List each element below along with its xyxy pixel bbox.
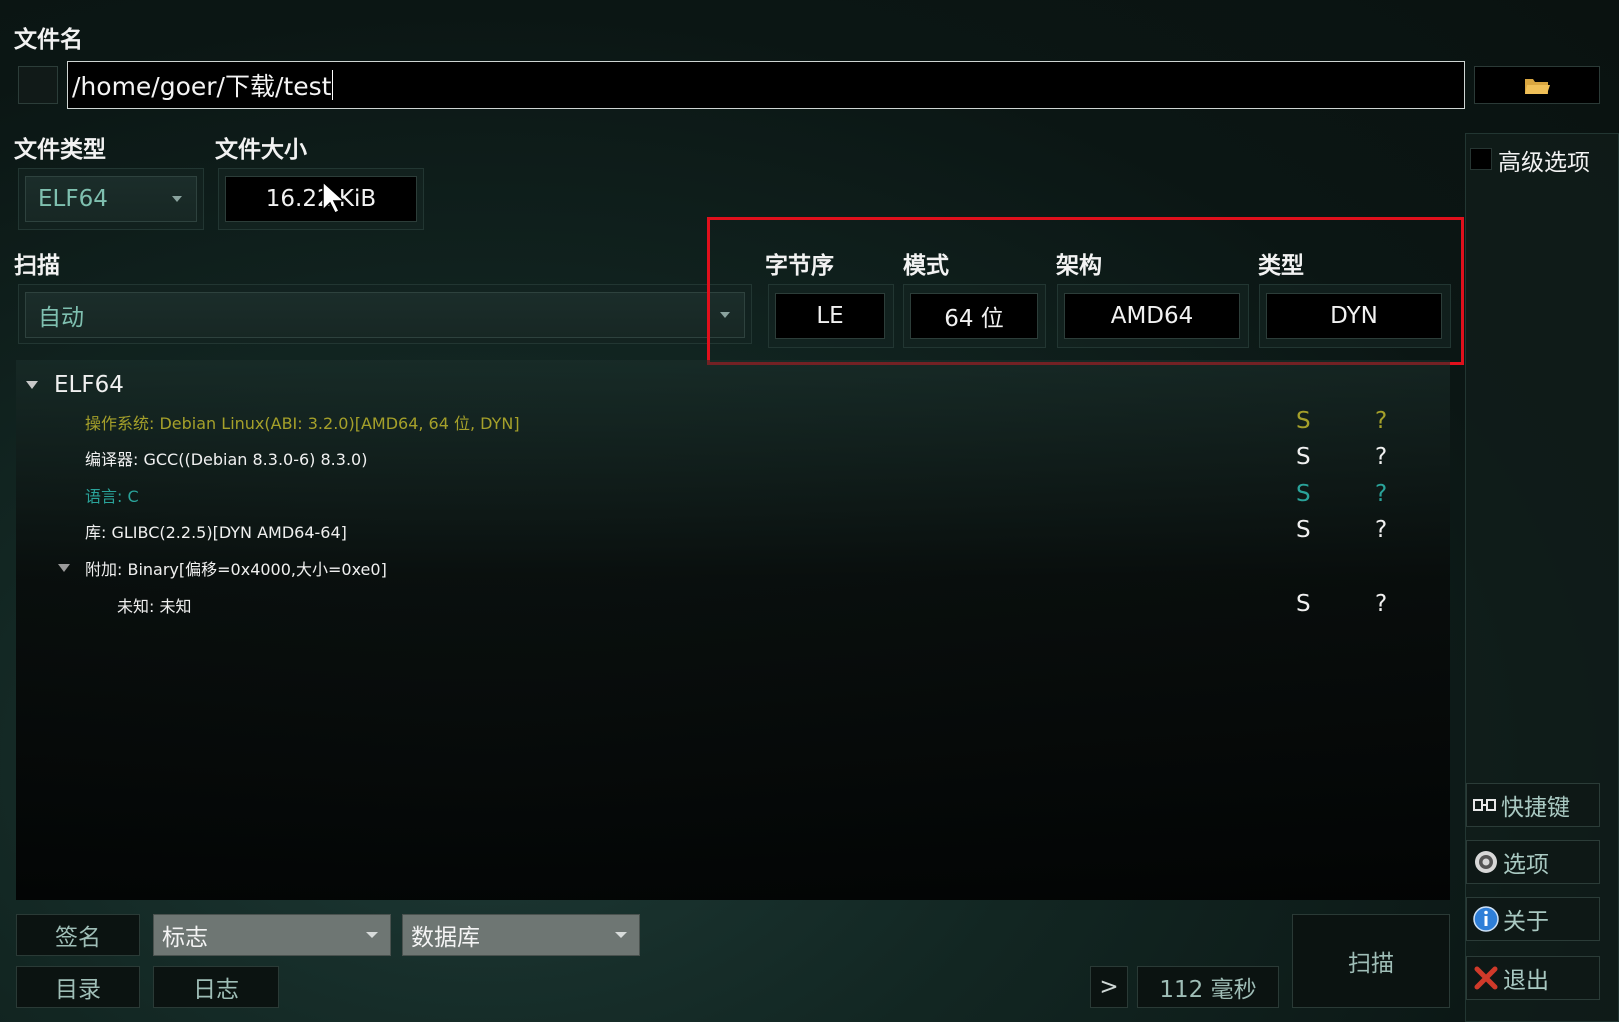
tree-item-language-text: 语言: C: [85, 487, 139, 506]
tree-item-language[interactable]: 语言: C: [85, 477, 139, 513]
flags-select[interactable]: 标志: [153, 914, 391, 956]
tree-item-library-text: 库: GLIBC(2.2.5)[DYN AMD64-64]: [85, 523, 347, 542]
database-select[interactable]: 数据库: [402, 914, 640, 956]
tree-item-compiler[interactable]: 编译器: GCC((Debian 8.3.0-6) 8.3.0): [85, 440, 367, 476]
file-type-select[interactable]: ELF64: [25, 176, 197, 222]
tree-item-language-s[interactable]: S: [1296, 481, 1311, 507]
tree-root-label: ELF64: [54, 372, 124, 398]
highlight-box: [707, 217, 1464, 365]
side-panel: [1465, 133, 1619, 1022]
tree-item-os[interactable]: 操作系统: Debian Linux(ABI: 3.2.0)[AMD64, 64…: [85, 404, 520, 440]
tree-item-compiler-q[interactable]: ?: [1375, 444, 1387, 470]
shortcuts-icon: [1473, 799, 1496, 811]
about-button[interactable]: 关于: [1466, 897, 1600, 941]
database-label: 数据库: [411, 925, 480, 951]
tree-item-library-s[interactable]: S: [1296, 517, 1311, 543]
gear-icon: [1475, 851, 1497, 873]
close-icon: [1474, 966, 1498, 990]
about-label: 关于: [1503, 909, 1549, 935]
chevron-down-icon: [366, 932, 378, 938]
tree-item-library[interactable]: 库: GLIBC(2.2.5)[DYN AMD64-64]: [85, 513, 347, 549]
exit-label: 退出: [1503, 968, 1549, 994]
mouse-pointer-icon: [322, 180, 346, 215]
next-button[interactable]: >: [1090, 966, 1128, 1008]
info-icon: [1473, 906, 1499, 932]
log-button[interactable]: 日志: [153, 966, 279, 1008]
tree-item-compiler-text: 编译器: GCC((Debian 8.3.0-6) 8.3.0): [85, 450, 368, 469]
file-checkbox[interactable]: [18, 66, 58, 104]
shortcuts-label: 快捷键: [1501, 795, 1570, 821]
options-button[interactable]: 选项: [1466, 840, 1600, 884]
collapse-arrow-icon: [26, 381, 38, 389]
open-file-button[interactable]: [1474, 66, 1600, 104]
options-label: 选项: [1503, 852, 1549, 878]
file-name-label: 文件名: [14, 27, 83, 53]
file-path-input[interactable]: /home/goer/下载/test: [67, 61, 1465, 109]
scan-mode-select[interactable]: 自动: [25, 292, 745, 338]
tree-item-language-q[interactable]: ?: [1375, 481, 1387, 507]
collapse-arrow-icon: [58, 564, 70, 572]
scan-frame: 自动: [18, 284, 752, 344]
shortcuts-button[interactable]: 快捷键: [1466, 783, 1600, 827]
folder-icon: [1525, 79, 1550, 94]
scan-label: 扫描: [14, 253, 60, 279]
advanced-options-label: 高级选项: [1498, 150, 1590, 176]
file-type-frame: ELF64: [18, 168, 204, 230]
tree-item-compiler-s[interactable]: S: [1296, 444, 1311, 470]
file-path-text: /home/goer/下载/test: [72, 72, 332, 101]
flags-label: 标志: [162, 925, 208, 951]
tree-item-overlay-text: 附加: Binary[偏移=0x4000,大小=0xe0]: [85, 560, 387, 579]
result-tree[interactable]: ELF64 操作系统: Debian Linux(ABI: 3.2.0)[AMD…: [16, 360, 1450, 900]
tree-item-library-q[interactable]: ?: [1375, 517, 1387, 543]
file-type-value: ELF64: [38, 186, 108, 212]
chevron-down-icon: [172, 196, 182, 202]
text-cursor: [332, 70, 334, 100]
tree-item-os-q[interactable]: ?: [1375, 408, 1387, 434]
tree-item-unknown[interactable]: 未知: 未知: [117, 587, 191, 623]
file-type-label: 文件类型: [14, 137, 106, 163]
scan-button[interactable]: 扫描: [1292, 914, 1450, 1008]
tree-item-unknown-text: 未知: 未知: [117, 597, 192, 616]
chevron-down-icon: [615, 932, 627, 938]
exit-button[interactable]: 退出: [1466, 956, 1600, 1000]
tree-item-os-text: 操作系统: Debian Linux(ABI: 3.2.0)[AMD64, 64…: [85, 414, 520, 433]
signature-button[interactable]: 签名: [16, 914, 140, 956]
tree-item-unknown-q[interactable]: ?: [1375, 591, 1387, 617]
tree-item-unknown-s[interactable]: S: [1296, 591, 1311, 617]
file-size-label: 文件大小: [215, 137, 307, 163]
tree-item-os-s[interactable]: S: [1296, 408, 1311, 434]
tree-root[interactable]: ELF64: [26, 367, 124, 403]
scan-time-display: 112 毫秒: [1137, 966, 1279, 1008]
advanced-options-checkbox[interactable]: [1470, 148, 1492, 170]
scan-mode-value: 自动: [38, 305, 84, 331]
tree-item-overlay[interactable]: 附加: Binary[偏移=0x4000,大小=0xe0]: [58, 550, 387, 586]
directory-button[interactable]: 目录: [16, 966, 140, 1008]
